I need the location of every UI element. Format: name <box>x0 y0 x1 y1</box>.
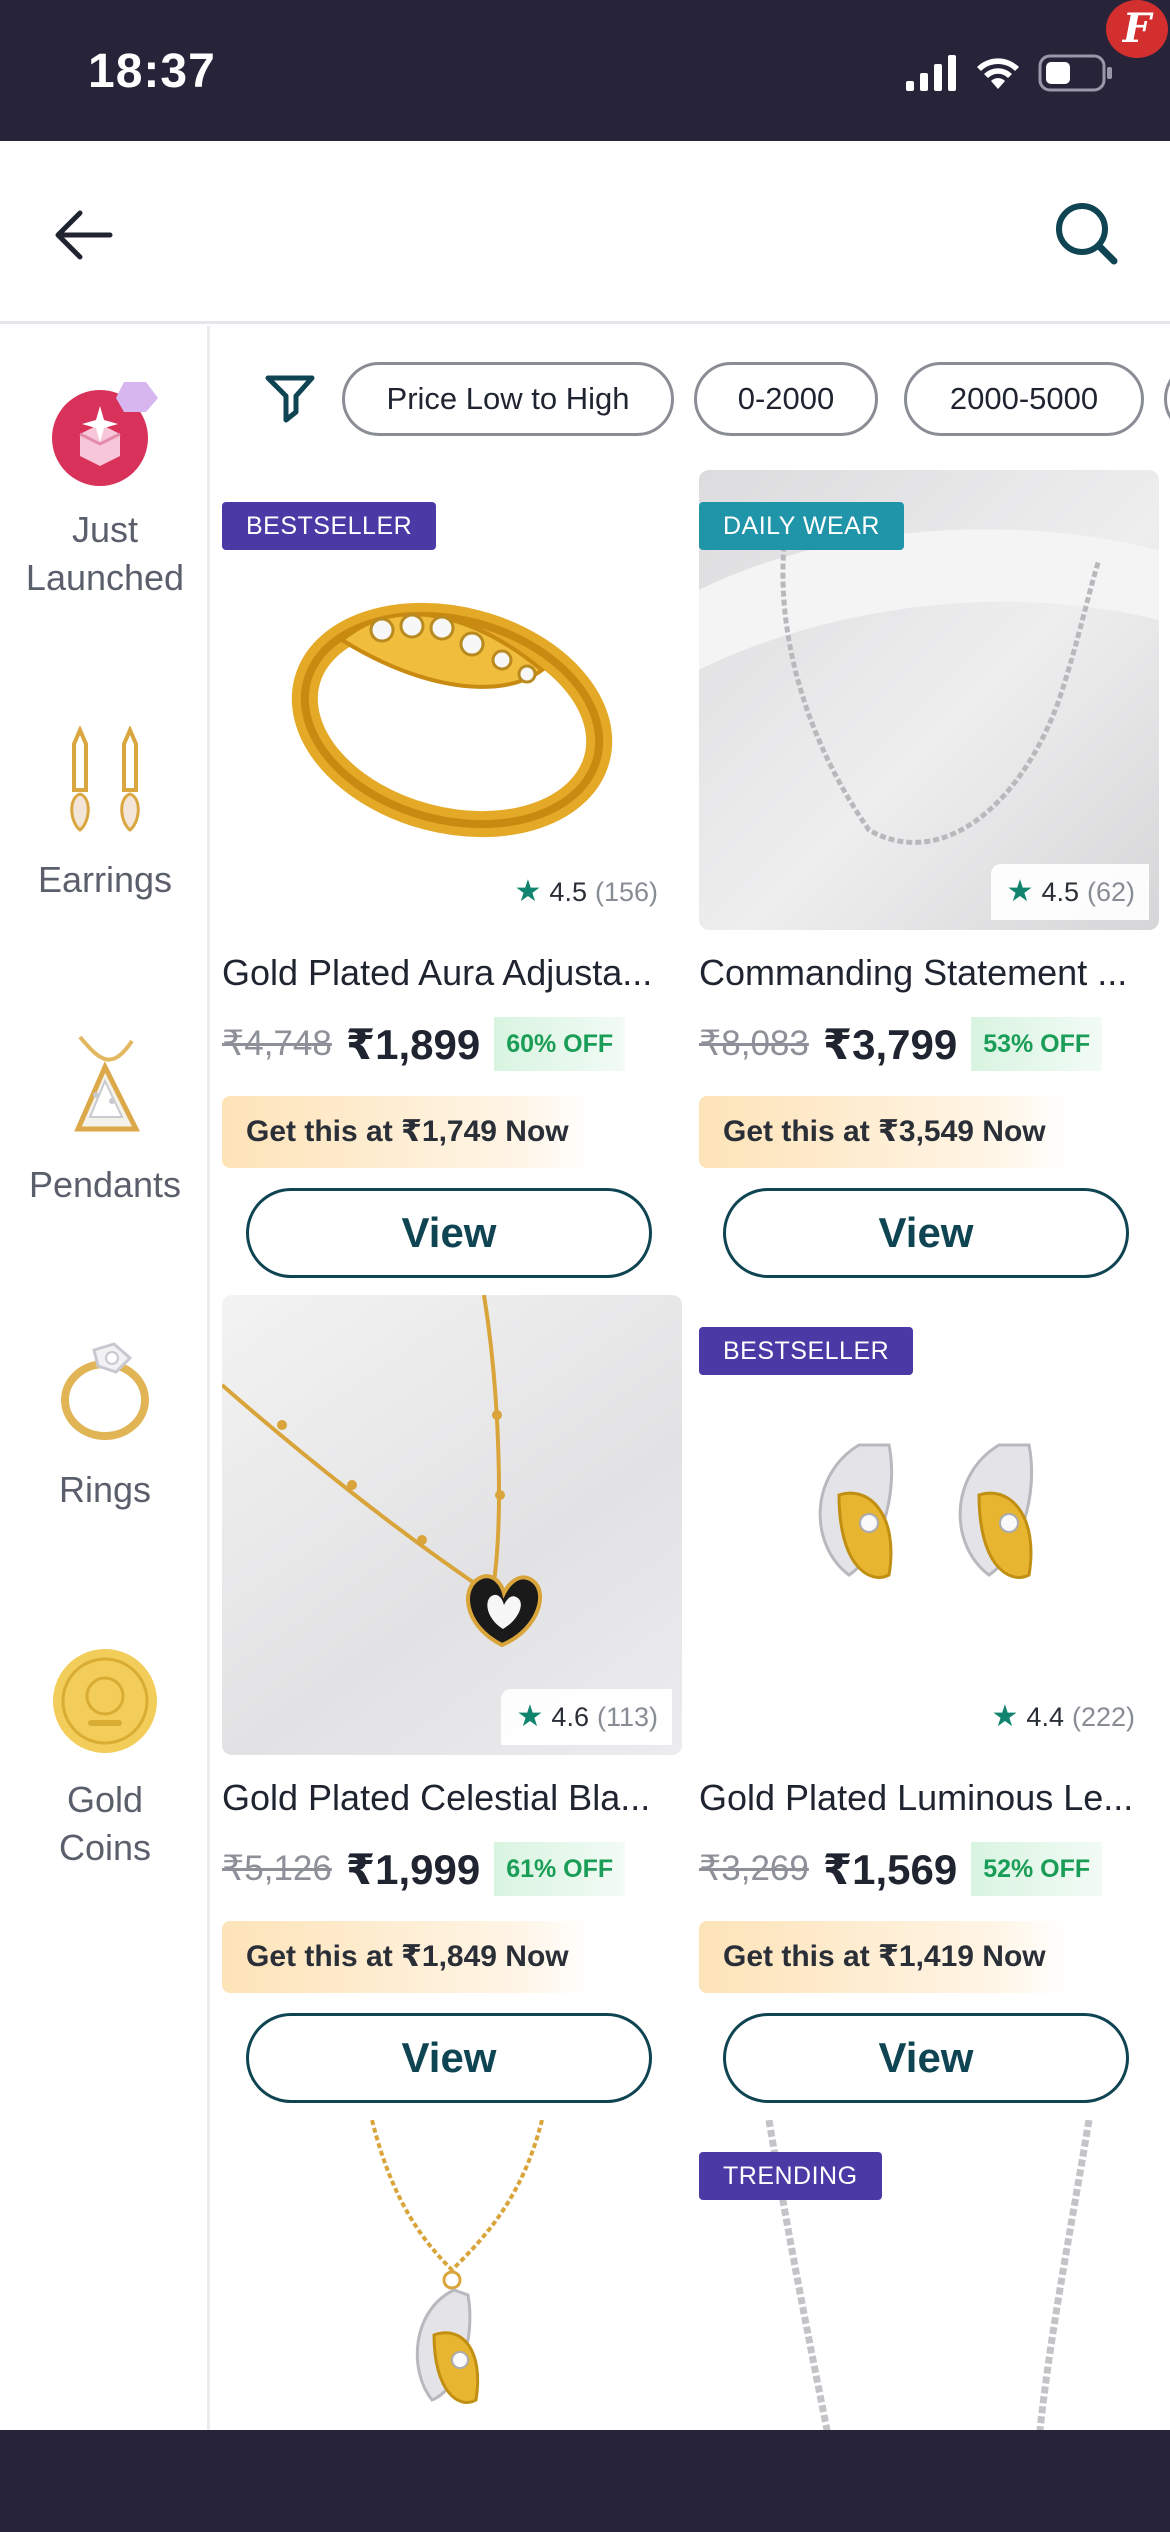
product-tag: BESTSELLER <box>699 1327 914 1375</box>
rating-count: (222) <box>1071 1702 1135 1732</box>
product-card[interactable]: TRENDING <box>699 2120 1159 2430</box>
search-icon <box>1056 203 1118 265</box>
rating-badge: ★ 4.4 (222) <box>975 1689 1149 1745</box>
price-row: ₹8,083 ₹3,799 53% OFF <box>699 1016 1159 1072</box>
chip-more[interactable] <box>1164 362 1170 436</box>
star-icon: ★ <box>514 875 542 908</box>
battery-icon <box>1038 54 1112 92</box>
sparkle-gift-icon <box>50 376 160 486</box>
search-button[interactable] <box>1050 197 1122 269</box>
product-image[interactable]: DAILY WEAR ★ 4.5 (62) <box>699 470 1159 930</box>
rating-badge: ★ 4.5 (62) <box>990 864 1149 920</box>
sidebar-item-label: Just Launched <box>25 509 185 598</box>
sidebar-item-label: Gold Coins <box>58 1779 152 1868</box>
view-button[interactable]: View <box>246 2013 652 2103</box>
product-card[interactable]: ★ 4.6 (113) Gold Plated Celestial Bla...… <box>222 1295 682 2103</box>
view-button[interactable]: View <box>246 1188 652 1278</box>
sidebar-item-label: Earrings <box>37 859 173 900</box>
offer-banner: Get this at ₹1,849 Now <box>222 1921 592 1993</box>
product-card[interactable] <box>222 2120 682 2430</box>
chip-price-0-2000[interactable]: 0-2000 <box>694 362 878 436</box>
product-title[interactable]: Gold Plated Celestial Bla... <box>222 1777 682 1819</box>
app-badge: F <box>1106 0 1168 58</box>
signal-icon <box>906 55 956 91</box>
sidebar-item-label: Rings <box>58 1469 152 1510</box>
chip-price-2000-5000[interactable]: 2000-5000 <box>904 362 1144 436</box>
rating-value: 4.5 <box>1041 877 1079 907</box>
sale-price: ₹1,999 <box>345 1845 481 1893</box>
leaf-pendant-product-image <box>370 2120 544 2404</box>
product-card[interactable]: BESTSELLER ★ 4.5 (156) Gold Plated Aura … <box>222 470 682 1278</box>
price-row: ₹5,126 ₹1,999 61% OFF <box>222 1841 682 1897</box>
rating-badge: ★ 4.6 (113) <box>500 1689 672 1745</box>
offer-banner: Get this at ₹3,549 Now <box>699 1096 1069 1168</box>
status-bar: 18:37 F <box>0 0 1170 141</box>
view-button[interactable]: View <box>723 1188 1129 1278</box>
rating-badge: ★ 4.5 (156) <box>498 864 672 920</box>
back-button[interactable] <box>48 199 120 271</box>
product-image[interactable]: BESTSELLER ★ 4.5 (156) <box>222 470 682 930</box>
rating-value: 4.5 <box>549 877 587 907</box>
product-title[interactable]: Gold Plated Luminous Le... <box>699 1777 1159 1819</box>
product-tag: TRENDING <box>699 2152 882 2200</box>
mrp-price: ₹3,269 <box>699 1849 809 1888</box>
product-tag: DAILY WEAR <box>699 502 904 550</box>
star-icon: ★ <box>991 1700 1019 1733</box>
star-icon: ★ <box>516 1700 544 1733</box>
status-time: 18:37 <box>88 45 216 98</box>
sidebar-item-earrings[interactable]: Earrings <box>0 724 210 904</box>
sidebar-item-gold-coins[interactable]: Gold Coins <box>0 1646 210 1872</box>
top-app-bar <box>0 141 1170 324</box>
filter-bar: Price Low to High 0-2000 2000-5000 <box>212 350 1170 440</box>
mrp-price: ₹8,083 <box>699 1024 809 1063</box>
sale-price: ₹1,899 <box>345 1020 481 1068</box>
discount-badge: 60% OFF <box>494 1017 626 1071</box>
product-card[interactable]: DAILY WEAR ★ 4.5 (62) Commanding Stateme… <box>699 470 1159 1278</box>
rating-value: 4.6 <box>551 1702 589 1732</box>
mrp-price: ₹5,126 <box>222 1849 332 1888</box>
offer-banner: Get this at ₹1,749 Now <box>222 1096 592 1168</box>
product-image[interactable]: ★ 4.6 (113) <box>222 1295 682 1755</box>
gold-coin-icon <box>50 1646 160 1756</box>
offer-banner: Get this at ₹1,419 Now <box>699 1921 1069 1993</box>
sale-price: ₹3,799 <box>822 1020 958 1068</box>
discount-badge: 52% OFF <box>971 1842 1103 1896</box>
discount-badge: 53% OFF <box>971 1017 1103 1071</box>
sidebar-item-rings[interactable]: Rings <box>0 1336 210 1514</box>
filter-button[interactable] <box>262 372 318 424</box>
pendant-icon <box>50 1031 160 1141</box>
product-image[interactable]: BESTSELLER ★ 4.4 (222) <box>699 1295 1159 1755</box>
price-row: ₹3,269 ₹1,569 52% OFF <box>699 1841 1159 1897</box>
price-row: ₹4,748 ₹1,899 60% OFF <box>222 1016 682 1072</box>
rating-value: 4.4 <box>1026 1702 1064 1732</box>
product-title[interactable]: Gold Plated Aura Adjusta... <box>222 952 682 994</box>
discount-badge: 61% OFF <box>494 1842 626 1896</box>
chip-price-low-to-high[interactable]: Price Low to High <box>342 362 674 436</box>
rating-count: (156) <box>594 877 658 907</box>
bottom-system-bar <box>0 2430 1170 2532</box>
product-tag: BESTSELLER <box>222 502 437 550</box>
sidebar-item-label: Pendants <box>28 1164 182 1205</box>
ring-icon <box>50 1336 160 1446</box>
sale-price: ₹1,569 <box>822 1845 958 1893</box>
sidebar-item-just-launched[interactable]: Just Launched <box>0 376 210 602</box>
mrp-price: ₹4,748 <box>222 1024 332 1063</box>
earrings-icon <box>50 724 160 836</box>
product-image[interactable] <box>222 2120 682 2430</box>
view-button[interactable]: View <box>723 2013 1129 2103</box>
rating-count: (62) <box>1086 877 1135 907</box>
heart-pendant-product-image <box>222 1295 543 1648</box>
arrow-left-icon <box>55 210 113 260</box>
product-card[interactable]: BESTSELLER ★ 4.4 (222) Gold Plated Lumin… <box>699 1295 1159 2103</box>
sidebar-item-pendants[interactable]: Pendants <box>0 1031 210 1209</box>
filter-funnel-icon <box>265 375 315 423</box>
product-image[interactable]: TRENDING <box>699 2120 1159 2430</box>
wifi-icon <box>977 58 1019 89</box>
rating-count: (113) <box>596 1702 658 1732</box>
category-sidebar: Just Launched Earrings Pendants Rings Go… <box>0 326 210 2430</box>
star-icon: ★ <box>1006 875 1034 908</box>
product-title[interactable]: Commanding Statement ... <box>699 952 1159 994</box>
status-icons <box>906 50 1114 96</box>
